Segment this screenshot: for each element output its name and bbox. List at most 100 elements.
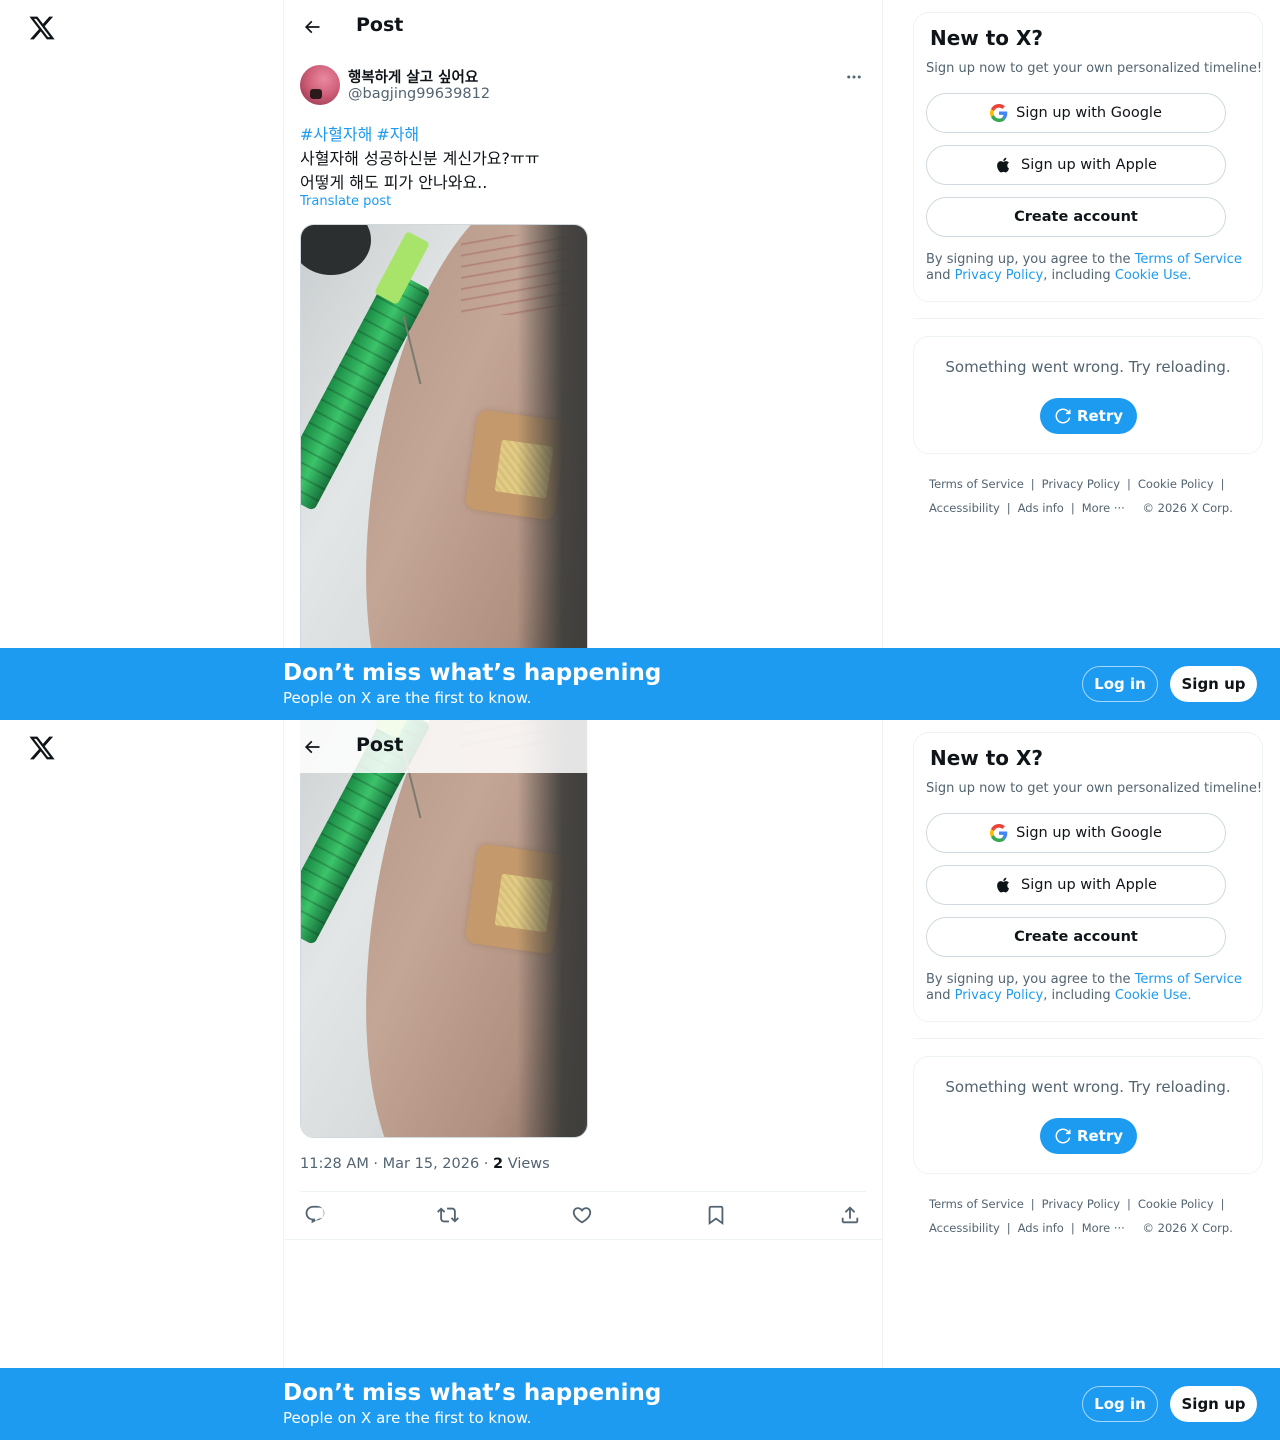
like-icon bbox=[572, 1207, 592, 1224]
footer-cookie-link[interactable]: Cookie Policy bbox=[1138, 1197, 1214, 1211]
terms-of-service-link[interactable]: Terms of Service bbox=[1135, 252, 1242, 267]
post-actions bbox=[300, 1204, 866, 1226]
views-label: Views bbox=[503, 1156, 550, 1172]
post-timestamp[interactable]: 11:28 AM · Mar 15, 2026 · bbox=[300, 1156, 493, 1172]
privacy-policy-link[interactable]: Privacy Policy bbox=[955, 988, 1044, 1003]
footer-accessibility-link[interactable]: Accessibility bbox=[929, 1221, 1000, 1235]
avatar[interactable] bbox=[300, 65, 340, 105]
apple-signup-button[interactable]: Sign up with Apple bbox=[926, 145, 1226, 185]
x-logo-icon[interactable] bbox=[28, 734, 56, 762]
signup-subtitle: Sign up now to get your own personalized… bbox=[926, 781, 1263, 796]
footer-more-link[interactable]: More ··· bbox=[1082, 1221, 1125, 1235]
page-title: Post bbox=[356, 14, 404, 36]
repost-button[interactable] bbox=[437, 1204, 459, 1226]
google-signup-button[interactable]: Sign up with Google bbox=[926, 813, 1226, 853]
hashtag-link[interactable]: #자해 bbox=[376, 125, 419, 144]
bookmark-button[interactable] bbox=[705, 1204, 727, 1226]
signup-button[interactable]: Sign up bbox=[1170, 1386, 1257, 1422]
google-signup-label: Sign up with Google bbox=[1016, 825, 1162, 841]
terms-text: By signing up, you agree to the bbox=[926, 972, 1135, 987]
post-meta: 11:28 AM · Mar 15, 2026 · 2 Views bbox=[300, 1156, 550, 1172]
hashtag-link[interactable]: #사혈자해 bbox=[300, 125, 372, 144]
repost-icon bbox=[437, 1207, 459, 1223]
google-icon bbox=[990, 104, 1008, 122]
google-icon bbox=[990, 824, 1008, 842]
more-dots-icon bbox=[847, 75, 861, 79]
retry-button[interactable]: Retry bbox=[1040, 1118, 1137, 1154]
primary-column: 11:28 AM · Mar 15, 2026 · 2 Views Post bbox=[283, 720, 883, 1440]
footer-terms-link[interactable]: Terms of Service bbox=[929, 477, 1024, 491]
x-logo-icon[interactable] bbox=[28, 14, 56, 42]
create-account-button[interactable]: Create account bbox=[926, 917, 1226, 957]
banner-title: Don’t miss what’s happening bbox=[283, 1380, 662, 1406]
views-count: 2 bbox=[493, 1156, 504, 1172]
login-button[interactable]: Log in bbox=[1082, 1386, 1158, 1422]
banner-subtitle: People on X are the first to know. bbox=[283, 1409, 532, 1427]
signup-button[interactable]: Sign up bbox=[1170, 666, 1257, 702]
bookmark-icon bbox=[708, 1205, 724, 1226]
cookie-use-link[interactable]: Cookie Use. bbox=[1115, 988, 1192, 1003]
terms-text: , including bbox=[1043, 988, 1115, 1003]
footer-links: Terms of Service | Privacy Policy | Cookie P… bbox=[929, 477, 1233, 515]
more-options-button[interactable] bbox=[842, 68, 866, 86]
post-author: 행복하게 살고 싶어요 @bagjing99639812 bbox=[300, 64, 866, 106]
terms-of-service-link[interactable]: Terms of Service bbox=[1135, 972, 1242, 987]
error-message: Something went wrong. Try reloading. bbox=[945, 358, 1231, 376]
footer-ads-link[interactable]: Ads info bbox=[1018, 1221, 1064, 1235]
reply-button[interactable] bbox=[304, 1204, 326, 1226]
signup-card: New to X? Sign up now to get your own pe… bbox=[913, 732, 1263, 1022]
footer-cookie-link[interactable]: Cookie Policy bbox=[1138, 477, 1214, 491]
retry-label: Retry bbox=[1076, 407, 1124, 425]
privacy-policy-link[interactable]: Privacy Policy bbox=[955, 268, 1044, 283]
apple-signup-button[interactable]: Sign up with Apple bbox=[926, 865, 1226, 905]
back-button[interactable] bbox=[298, 733, 326, 761]
retry-button[interactable]: Retry bbox=[1040, 398, 1137, 434]
post-bottom-divider bbox=[284, 1239, 882, 1240]
terms-text: and bbox=[926, 268, 955, 283]
retry-label: Retry bbox=[1076, 1127, 1124, 1145]
sidebar-divider bbox=[913, 318, 1263, 319]
post-header: Post bbox=[284, 0, 882, 53]
login-button[interactable]: Log in bbox=[1082, 666, 1158, 702]
author-display-name[interactable]: 행복하게 살고 싶어요 bbox=[348, 66, 478, 87]
share-button[interactable] bbox=[839, 1204, 861, 1226]
terms-text: By signing up, you agree to the bbox=[926, 252, 1135, 267]
login-banner: Don’t miss what’s happening People on X … bbox=[0, 648, 1280, 720]
banner-title: Don’t miss what’s happening bbox=[283, 660, 662, 686]
error-card: Something went wrong. Try reloading. Ret… bbox=[913, 1056, 1263, 1174]
google-signup-button[interactable]: Sign up with Google bbox=[926, 93, 1226, 133]
terms-text: , including bbox=[1043, 268, 1115, 283]
post-header: Post bbox=[284, 720, 882, 773]
cookie-use-link[interactable]: Cookie Use. bbox=[1115, 268, 1192, 283]
post-hashtags: #사혈자해 #자해 bbox=[300, 121, 423, 145]
share-icon bbox=[841, 1206, 859, 1224]
viewport-frame-bottom: 11:28 AM · Mar 15, 2026 · 2 Views Post N… bbox=[0, 720, 1280, 1440]
footer-terms-link[interactable]: Terms of Service bbox=[929, 1197, 1024, 1211]
back-button[interactable] bbox=[298, 13, 326, 41]
post-media-image[interactable] bbox=[300, 720, 588, 1138]
arrow-left-icon bbox=[304, 740, 320, 754]
footer-privacy-link[interactable]: Privacy Policy bbox=[1042, 1197, 1120, 1211]
signup-terms: By signing up, you agree to the Terms of… bbox=[926, 252, 1256, 284]
reply-icon bbox=[305, 1205, 325, 1224]
translate-post-link[interactable]: Translate post bbox=[300, 194, 391, 209]
copyright: © 2026 X Corp. bbox=[1142, 1221, 1233, 1235]
login-banner: Don’t miss what’s happening People on X … bbox=[0, 1368, 1280, 1440]
google-signup-label: Sign up with Google bbox=[1016, 105, 1162, 121]
footer-ads-link[interactable]: Ads info bbox=[1018, 501, 1064, 515]
apple-icon bbox=[995, 156, 1013, 174]
page-title: Post bbox=[356, 734, 404, 756]
footer-accessibility-link[interactable]: Accessibility bbox=[929, 501, 1000, 515]
apple-signup-label: Sign up with Apple bbox=[1021, 877, 1157, 893]
author-handle[interactable]: @bagjing99639812 bbox=[348, 86, 490, 102]
post-media-image[interactable] bbox=[300, 224, 588, 704]
footer-more-link[interactable]: More ··· bbox=[1082, 501, 1125, 515]
sidebar-divider bbox=[913, 1038, 1263, 1039]
copyright: © 2026 X Corp. bbox=[1142, 501, 1233, 515]
arrow-left-icon bbox=[304, 20, 320, 34]
create-account-button[interactable]: Create account bbox=[926, 197, 1226, 237]
apple-signup-label: Sign up with Apple bbox=[1021, 157, 1157, 173]
primary-column: Post 행복하게 살고 싶어요 @bagjing99639812 #사혈자해 #… bbox=[283, 0, 883, 720]
like-button[interactable] bbox=[571, 1204, 593, 1226]
footer-privacy-link[interactable]: Privacy Policy bbox=[1042, 477, 1120, 491]
